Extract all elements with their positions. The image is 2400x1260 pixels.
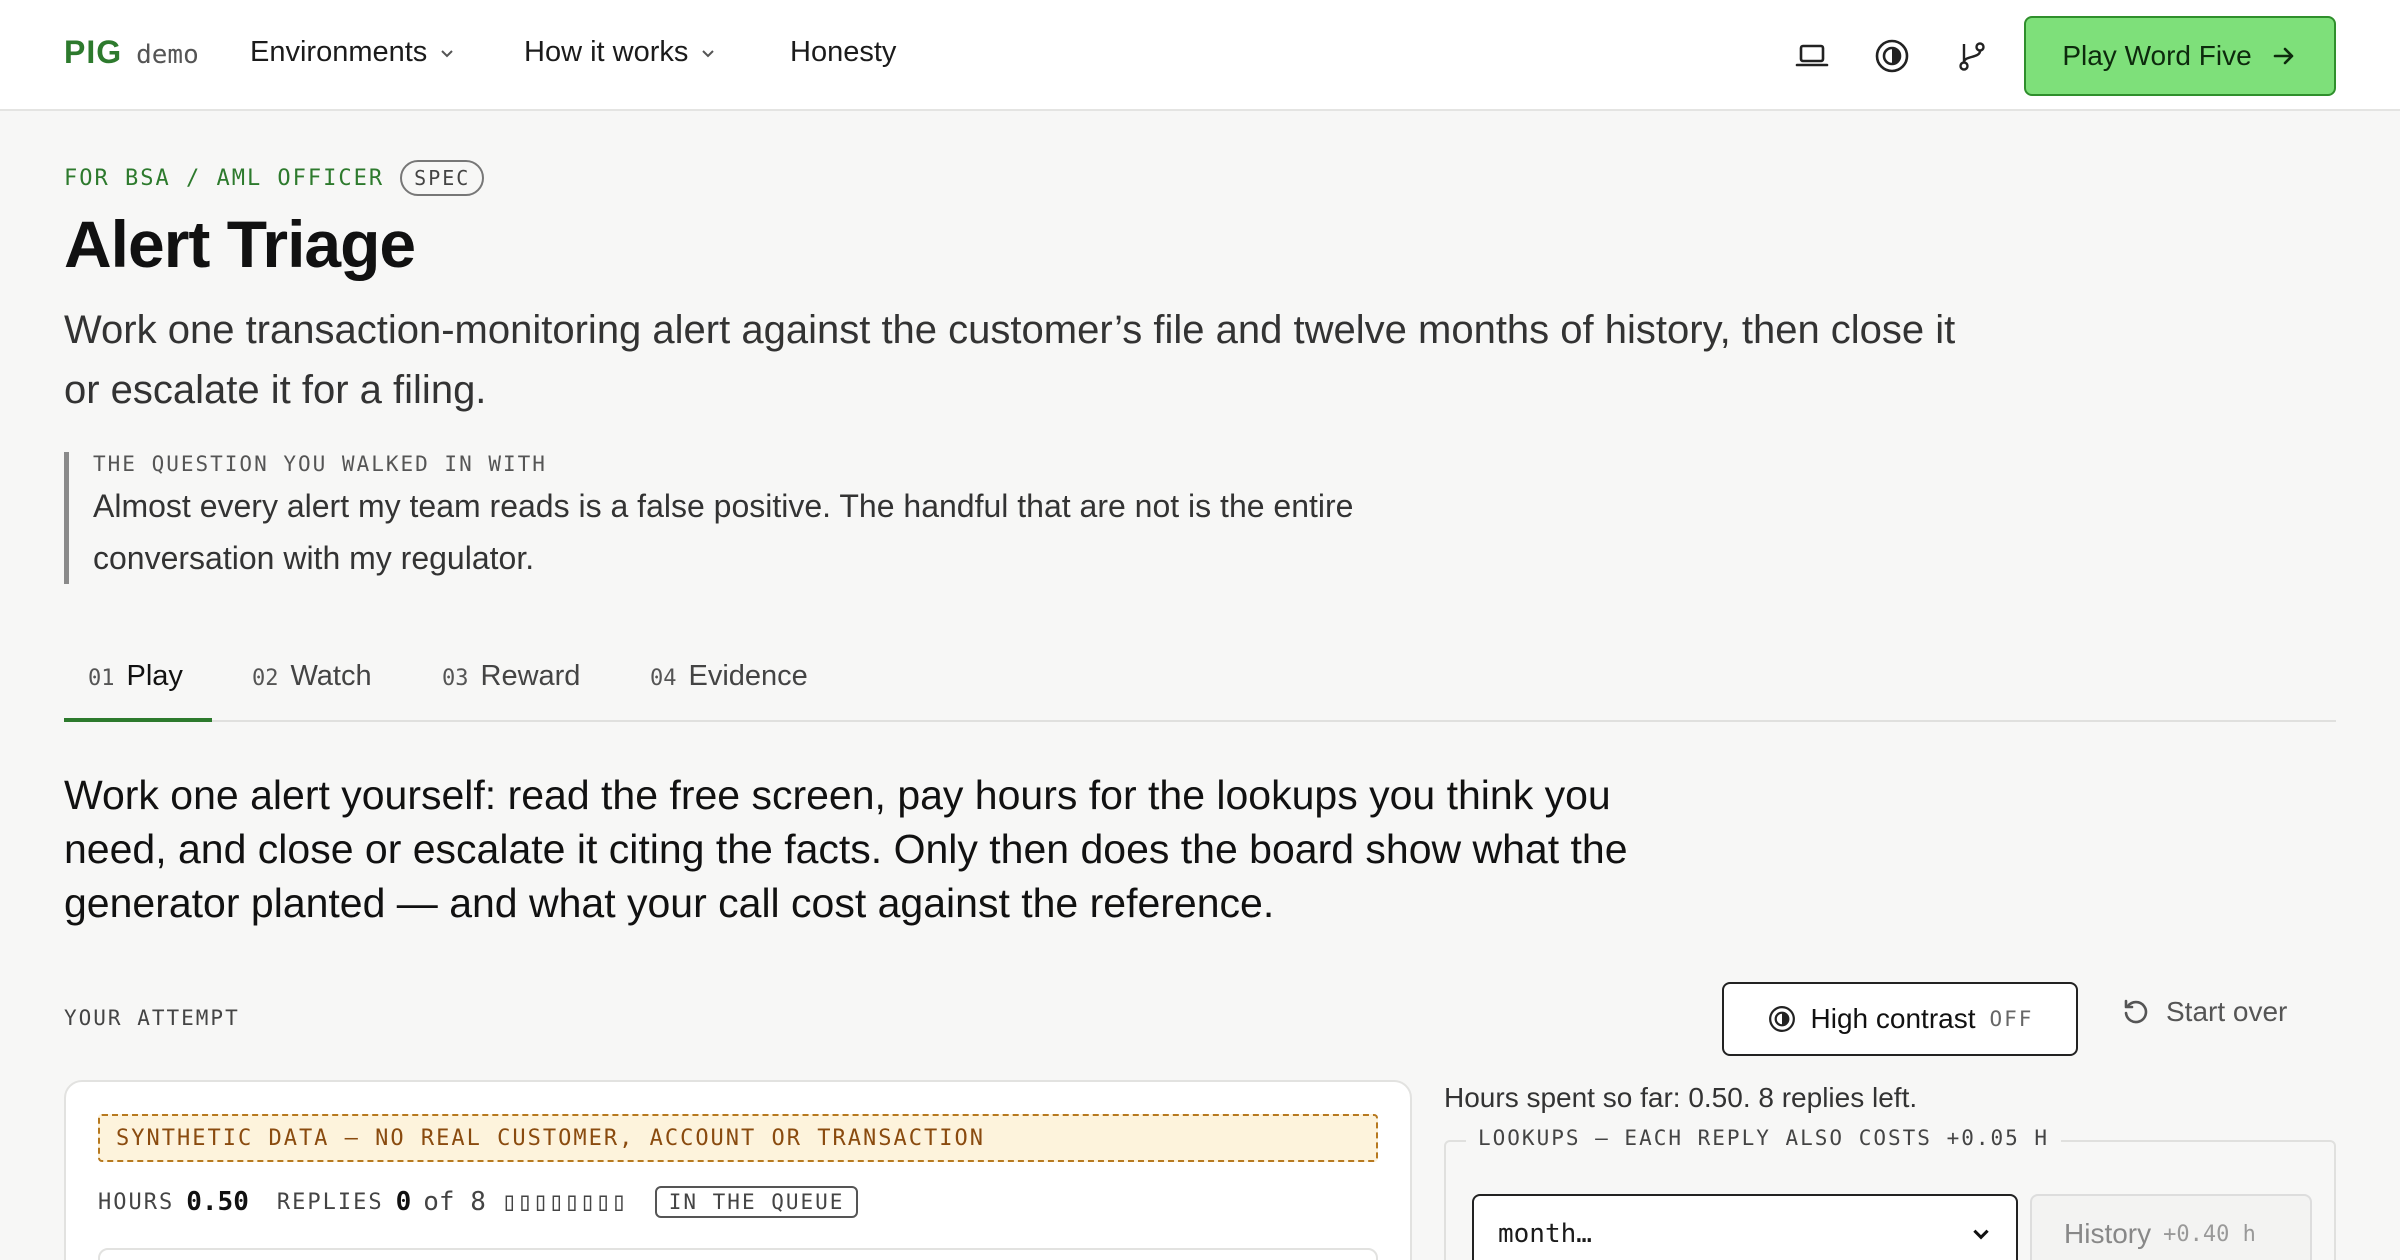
tab-reward[interactable]: 03 Reward [442,660,580,722]
arrow-right-icon [2273,47,2293,65]
lookups-panel: LOOKUPS — EACH REPLY ALSO COSTS +0.05 H … [1444,1126,2336,1260]
laptop-icon[interactable] [1792,36,1832,76]
git-branch-icon[interactable] [1952,36,1992,76]
nav-honesty-label: Honesty [790,36,897,68]
contrast-icon[interactable] [1872,36,1912,76]
tab-number: 01 [88,666,115,691]
hours-value: 0.50 [186,1187,249,1217]
play-word-five-button[interactable]: Play Word Five [2024,16,2336,96]
brand-logo[interactable]: PIG demo [64,34,199,71]
tab-label: Evidence [688,660,808,692]
audience-label: FOR BSA / AML OFFICER [64,165,385,191]
lookup-selected-value: month… [1498,1219,1592,1249]
page-eyebrow: FOR BSA / AML OFFICER SPEC [64,160,485,196]
tab-number: 02 [252,666,279,691]
high-contrast-toggle[interactable]: High contrast OFF [1722,982,2078,1056]
tab-label: Reward [480,660,581,692]
chevron-down-icon [1973,1229,1989,1240]
attempt-heading: YOUR ATTEMPT [64,1006,240,1030]
contrast-icon [1768,1006,1795,1032]
lookup-select[interactable]: month… [1472,1194,2018,1260]
high-contrast-label: High contrast [1810,1003,1976,1034]
nav-how-it-works[interactable]: How it works [524,36,718,69]
replies-key: REPLIES [276,1189,384,1215]
tab-evidence[interactable]: 04 Evidence [650,660,808,722]
nav-environments-label: Environments [250,36,428,68]
status-badge: IN THE QUEUE [654,1186,859,1218]
play-intro: Work one alert yourself: read the free s… [64,772,1628,926]
section-tabs: 01 Play 02 Watch 03 Reward 04 Evidence [64,640,2336,722]
page-subtitle: Work one transaction-monitoring alert ag… [64,308,1956,412]
history-lookup-button[interactable]: History +0.40 h [2030,1194,2312,1260]
history-cost: +0.40 h [2163,1221,2256,1247]
nav-honesty[interactable]: Honesty [790,36,896,69]
start-over-label: Start over [2166,996,2288,1027]
tab-label: Play [126,660,183,692]
alert-screen-panel [98,1248,1378,1260]
lookups-legend: LOOKUPS — EACH REPLY ALSO COSTS +0.05 H [1466,1126,2062,1150]
attempt-stats: HOURS 0.50 REPLIES 0 of 8 ▯▯▯▯▯▯▯▯ IN TH… [98,1186,859,1218]
spec-badge: SPEC [400,160,485,196]
play-word-five-label: Play Word Five [2062,40,2252,71]
quote-text: Almost every alert my team reads is a fa… [93,488,1354,576]
synthetic-data-banner: SYNTHETIC DATA — NO REAL CUSTOMER, ACCOU… [98,1114,1378,1162]
tab-label: Watch [290,660,372,692]
tab-watch[interactable]: 02 Watch [252,660,372,722]
replies-value: 0 [395,1187,412,1217]
chevron-down-icon [702,49,715,57]
alert-card: SYNTHETIC DATA — NO REAL CUSTOMER, ACCOU… [64,1080,1412,1260]
brand-tag: demo [136,40,199,70]
quote-label: THE QUESTION YOU WALKED IN WITH [93,452,547,476]
hours-spent-note: Hours spent so far: 0.50. 8 replies left… [1444,1082,1918,1113]
brand-name: PIG [64,34,123,70]
restart-icon [2124,999,2148,1024]
nav-how-it-works-label: How it works [524,36,689,68]
hours-key: HOURS [98,1189,175,1215]
replies-total: of 8 ▯▯▯▯▯▯▯▯ [423,1187,627,1217]
chevron-down-icon [441,49,454,57]
tab-number: 03 [442,666,469,691]
history-label: History [2064,1218,2152,1249]
high-contrast-state: OFF [1989,1007,2034,1031]
question-quote: THE QUESTION YOU WALKED IN WITH Almost e… [64,452,1424,584]
tab-number: 04 [650,666,677,691]
nav-environments[interactable]: Environments [250,36,457,69]
tab-play[interactable]: 01 Play [64,660,212,722]
start-over-button[interactable]: Start over [2120,996,2287,1028]
top-navigation: PIG demo Environments How it works Hones… [0,0,2400,111]
page-title: Alert Triage [64,207,416,281]
